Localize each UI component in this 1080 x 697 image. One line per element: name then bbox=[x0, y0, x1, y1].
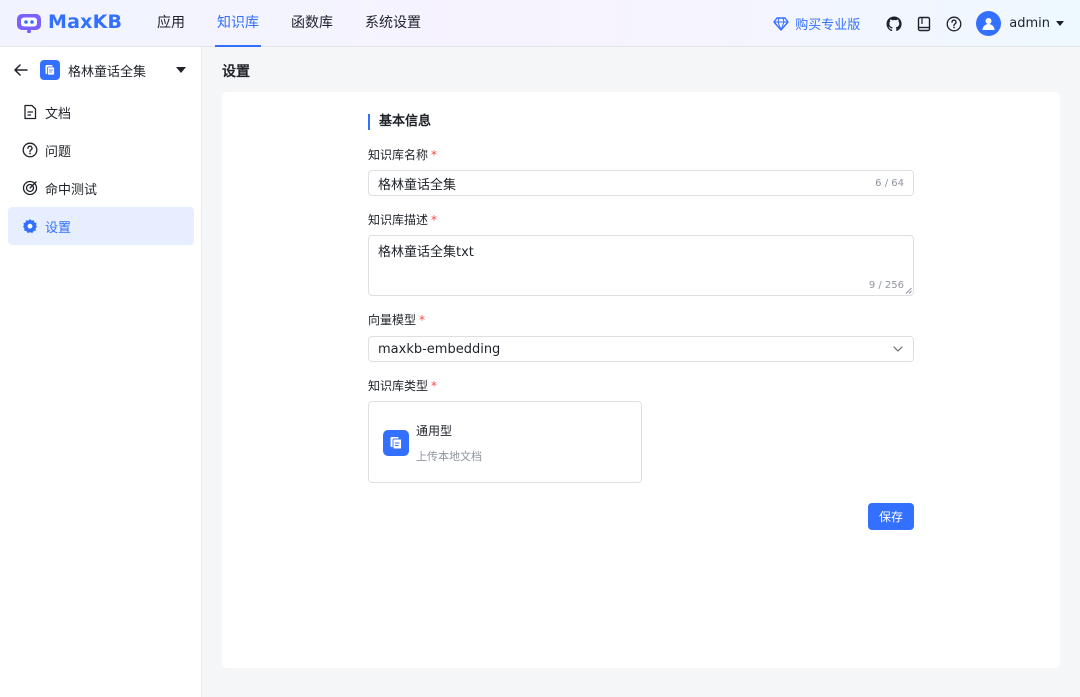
sidebar-item-questions[interactable]: 问题 bbox=[8, 131, 194, 169]
back-arrow-icon[interactable] bbox=[12, 61, 30, 79]
robot-logo-icon bbox=[17, 14, 41, 33]
required-mark: * bbox=[431, 379, 438, 393]
settings-card: 基本信息 知识库名称 * 格林童话全集 6 / 64 知识库描述 * 格林童话全集t… bbox=[222, 92, 1060, 668]
github-icon[interactable] bbox=[884, 14, 904, 34]
page-title: 设置 bbox=[222, 64, 250, 80]
section-title: 基本信息 bbox=[368, 114, 431, 130]
knowledge-base-name: 格林童话全集 bbox=[68, 64, 147, 80]
nav-item-apps[interactable]: 应用 bbox=[150, 0, 192, 47]
nav-item-knowledge[interactable]: 知识库 bbox=[210, 0, 266, 47]
kb-type-name: 通用型 bbox=[416, 424, 453, 438]
required-mark: * bbox=[431, 148, 438, 162]
required-mark: * bbox=[419, 313, 426, 327]
kb-description-counter: 9 / 256 bbox=[868, 280, 904, 291]
embedding-model-select[interactable]: maxkb-embedding bbox=[368, 336, 914, 362]
save-button[interactable]: 保存 bbox=[868, 503, 914, 530]
nav-item-functions[interactable]: 函数库 bbox=[284, 0, 340, 47]
avatar bbox=[976, 11, 1002, 36]
sidebar-item-settings[interactable]: 设置 bbox=[8, 207, 194, 245]
knowledge-base-icon bbox=[40, 60, 60, 80]
main-nav: 应用 知识库 函数库 系统设置 bbox=[150, 0, 446, 47]
header-actions: 购买专业版 admin bbox=[773, 0, 1064, 47]
document-icon bbox=[22, 104, 38, 120]
logo[interactable]: MaxKB bbox=[16, 11, 122, 33]
chevron-down-icon bbox=[1056, 21, 1064, 26]
kb-description-label-text: 知识库描述 bbox=[368, 213, 429, 227]
manual-icon[interactable] bbox=[914, 14, 934, 34]
kb-name-label-text: 知识库名称 bbox=[368, 148, 429, 162]
required-mark: * bbox=[431, 213, 438, 227]
sidebar: 格林童话全集 文档 问题 命中测试 设置 bbox=[0, 47, 202, 697]
sidebar-item-label: 命中测试 bbox=[45, 182, 98, 198]
username: admin bbox=[1009, 16, 1050, 31]
embedding-model-label-text: 向量模型 bbox=[368, 313, 417, 327]
embedding-model-label: 向量模型 * bbox=[368, 311, 425, 328]
kb-name-label: 知识库名称 * bbox=[368, 146, 437, 163]
gear-icon bbox=[22, 218, 38, 234]
nav-item-system-settings[interactable]: 系统设置 bbox=[358, 0, 428, 47]
kb-name-input[interactable]: 格林童话全集 6 / 64 bbox=[368, 170, 914, 196]
kb-type-label-text: 知识库类型 bbox=[368, 379, 429, 393]
kb-description-textarea[interactable]: 格林童话全集txt 9 / 256 bbox=[368, 235, 914, 296]
sidebar-item-label: 设置 bbox=[45, 220, 72, 236]
kb-description-label: 知识库描述 * bbox=[368, 211, 437, 228]
user-menu[interactable]: admin bbox=[976, 11, 1064, 36]
sidebar-item-hit-test[interactable]: 命中测试 bbox=[8, 169, 194, 207]
help-icon[interactable] bbox=[944, 14, 964, 34]
top-header: MaxKB 应用 知识库 函数库 系统设置 购买专业版 admin bbox=[0, 0, 1080, 47]
sidebar-menu: 文档 问题 命中测试 设置 bbox=[8, 93, 194, 245]
knowledge-base-icon bbox=[383, 430, 409, 456]
sidebar-item-documents[interactable]: 文档 bbox=[8, 93, 194, 131]
kb-name-value: 格林童话全集 bbox=[378, 177, 457, 193]
kb-name-counter: 6 / 64 bbox=[875, 177, 904, 189]
buy-pro-link[interactable]: 购买专业版 bbox=[773, 14, 860, 33]
knowledge-base-selector[interactable]: 格林童话全集 bbox=[12, 59, 192, 81]
question-icon bbox=[22, 142, 38, 158]
chevron-down-icon bbox=[893, 346, 903, 352]
target-icon bbox=[22, 180, 38, 196]
sidebar-item-label: 问题 bbox=[45, 144, 72, 160]
caret-down-icon bbox=[176, 67, 186, 73]
kb-type-option-general[interactable]: 通用型 上传本地文档 bbox=[368, 401, 642, 483]
sidebar-item-label: 文档 bbox=[45, 106, 72, 122]
kb-type-description: 上传本地文档 bbox=[416, 450, 482, 463]
diamond-icon bbox=[773, 16, 789, 31]
embedding-model-value: maxkb-embedding bbox=[378, 341, 501, 357]
resize-handle-icon[interactable] bbox=[905, 287, 912, 294]
logo-text: MaxKB bbox=[48, 11, 123, 33]
kb-description-value: 格林童话全集txt bbox=[378, 245, 474, 260]
user-icon bbox=[982, 18, 995, 30]
buy-pro-label: 购买专业版 bbox=[795, 18, 861, 33]
kb-type-label: 知识库类型 * bbox=[368, 377, 437, 394]
